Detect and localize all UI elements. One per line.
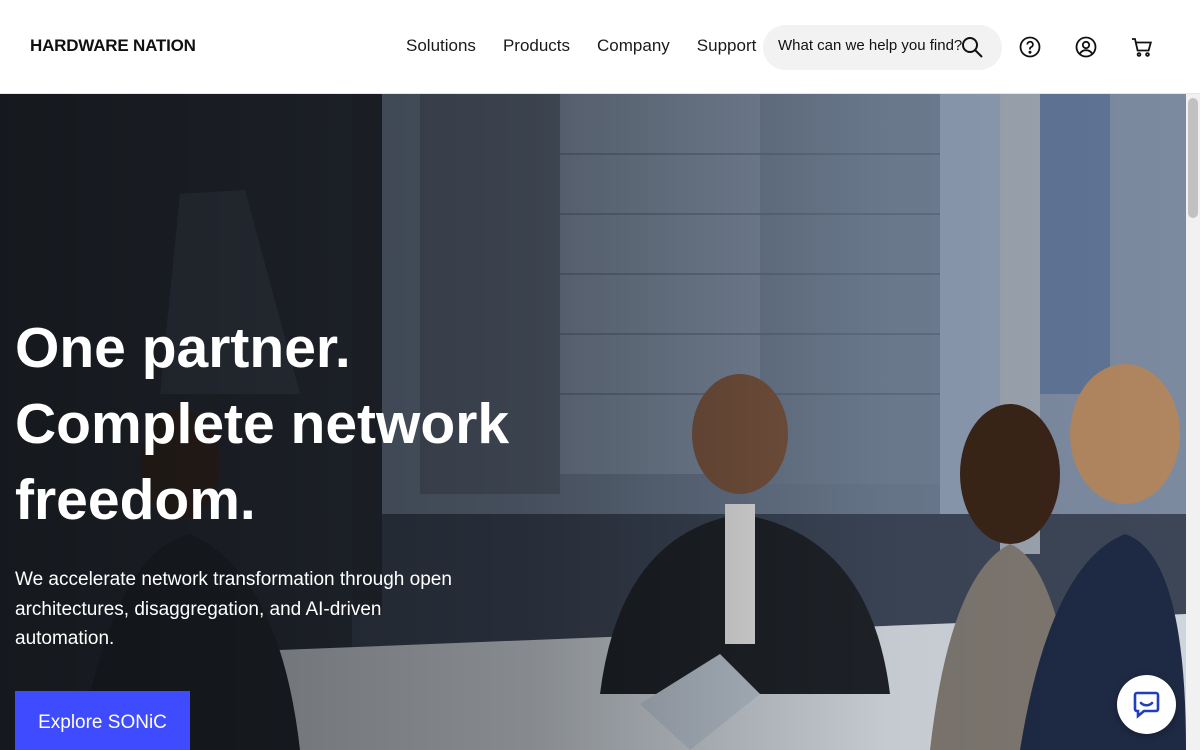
main-nav: Solutions Products Company Support (406, 36, 766, 58)
hero-section: One partner. Complete network freedom. W… (0, 94, 1186, 750)
chat-icon (1133, 691, 1160, 719)
chat-button[interactable] (1117, 675, 1176, 734)
nav-item-products[interactable]: Products (503, 36, 570, 56)
hero-title-line: freedom. (15, 468, 256, 532)
hero-title-line: Complete network (15, 392, 510, 456)
help-icon[interactable] (1018, 35, 1042, 59)
search-input[interactable] (778, 37, 968, 54)
page: HARDWARE NATION Solutions Products Company… (0, 0, 1200, 750)
nav-item-support[interactable]: Support (697, 36, 757, 56)
cart-icon[interactable] (1130, 35, 1154, 59)
hero-title-line: One partner. (15, 316, 351, 380)
scrollbar-thumb[interactable] (1188, 98, 1198, 218)
nav-item-company[interactable]: Company (597, 36, 670, 56)
nav-item-solutions[interactable]: Solutions (406, 36, 476, 56)
site-header: HARDWARE NATION Solutions Products Company… (0, 0, 1200, 94)
hero-title: One partner. Complete network freedom. (15, 310, 575, 538)
hero-subtitle: We accelerate network transformation thr… (15, 569, 452, 649)
explore-sonic-button[interactable]: Explore SONiC (15, 691, 190, 750)
account-icon[interactable] (1074, 35, 1098, 59)
site-logo[interactable]: HARDWARE NATION (30, 36, 196, 56)
search-icon[interactable] (960, 35, 984, 59)
page-scrollbar[interactable] (1186, 94, 1200, 750)
